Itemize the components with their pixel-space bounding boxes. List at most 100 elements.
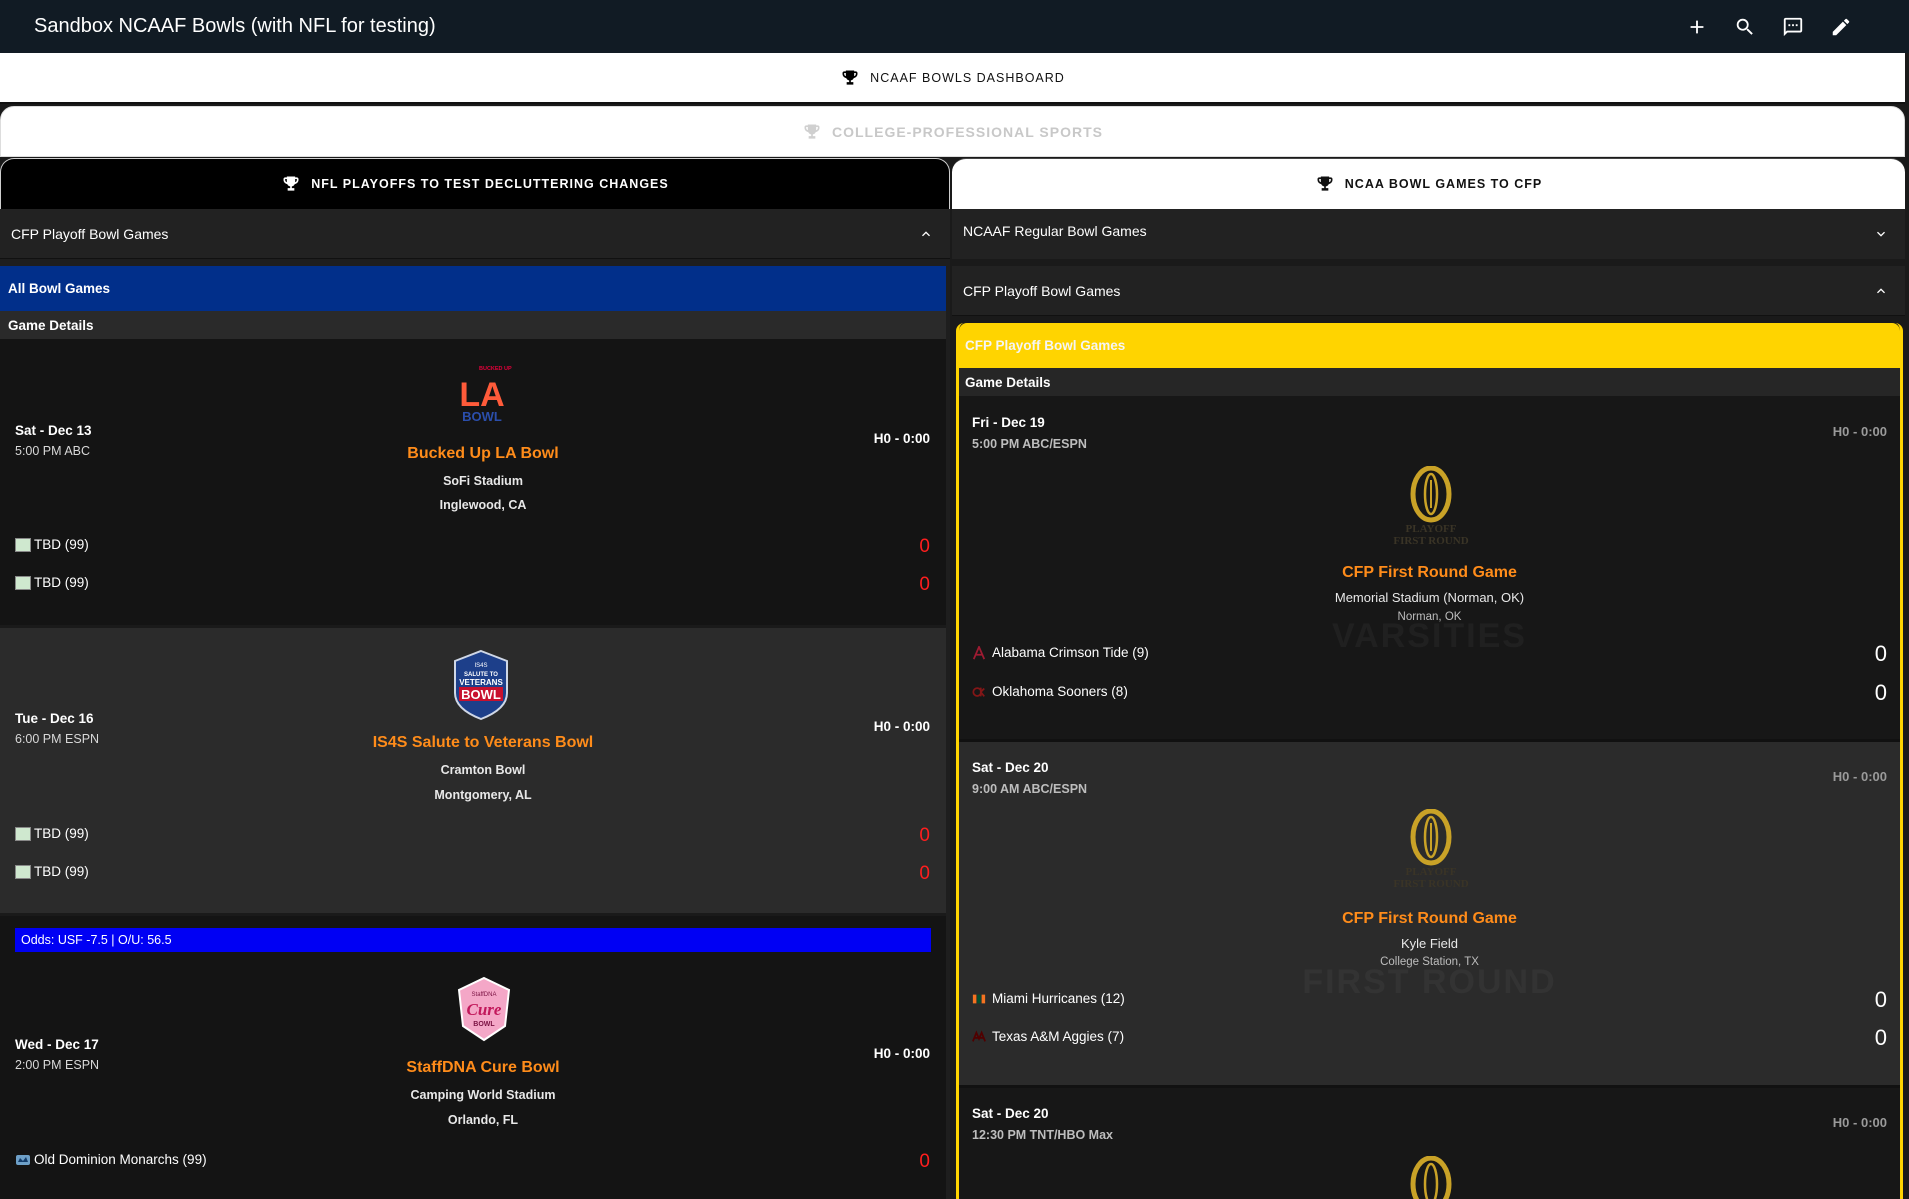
city: Montgomery, AL (434, 788, 532, 802)
team-score: 0 (919, 825, 930, 846)
app-title: Sandbox NCAAF Bowls (with NFL for testin… (34, 15, 436, 37)
comment-icon (1783, 17, 1803, 36)
edit-button[interactable] (1817, 3, 1865, 51)
team-score: 0 (919, 863, 930, 884)
city: Norman, OK (1397, 611, 1462, 623)
oklahoma-logo-icon (972, 686, 985, 697)
venue: Camping World Stadium (410, 1088, 556, 1102)
bowl-name[interactable]: CFP First Round Game (959, 564, 1900, 582)
section-band: CFP Playoff Bowl Games (959, 323, 1900, 368)
all-bowl-games-panel: All Bowl Games Game Details BUCKED UP LA… (0, 266, 946, 1199)
vet-logo-main: BOWL (461, 687, 501, 702)
team-row[interactable]: TBD (99) (15, 575, 89, 590)
bowl-name[interactable]: Bucked Up LA Bowl (0, 445, 950, 463)
team-logo-icon (15, 864, 31, 879)
bowl-name[interactable]: StaffDNA Cure Bowl (0, 1059, 950, 1077)
accordion-label: NCAAF Regular Bowl Games (963, 222, 1147, 239)
la-logo-top: BUCKED UP (479, 366, 512, 372)
section-band: All Bowl Games (0, 266, 946, 311)
game-clock: H0 - 0:00 (1832, 769, 1887, 784)
old-dominion-icon (16, 1154, 30, 1165)
team-row[interactable]: TBD (99) (15, 864, 89, 879)
game-clock: H0 - 0:00 (873, 431, 930, 446)
team-score: 0 (1874, 641, 1887, 666)
tab-label: NFL PLAYOFFS TO TEST DECLUTTERING CHANGE… (311, 177, 669, 191)
tab-label: COLLEGE-PROFESSIONAL SPORTS (832, 123, 1103, 140)
game-date: Wed - Dec 17 (15, 1037, 99, 1052)
game-card[interactable]: Odds: USF -7.5 | O/U: 56.5 StaffDNA Cure… (0, 916, 946, 1199)
team-score: 0 (919, 574, 930, 595)
cure-logo-main: Cure (467, 1000, 502, 1019)
team-row[interactable]: Texas A&M Aggies (7) (972, 1029, 1124, 1044)
chevron-down-icon[interactable] (1873, 226, 1889, 242)
app-bar-actions (1673, 0, 1865, 53)
team-logo-icon (15, 537, 31, 552)
trophy-icon (804, 124, 820, 139)
team-row[interactable]: TBD (99) (15, 826, 89, 841)
accordion-cfp-playoff-bowl-games[interactable]: CFP Playoff Bowl Games (952, 266, 1905, 316)
venue: Memorial Stadium (Norman, OK) (1334, 590, 1525, 605)
app-bar: Sandbox NCAAF Bowls (with NFL for testin… (0, 0, 1909, 53)
game-card[interactable]: FIRST ROUND Sat - Dec 20 9:00 AM ABC/ESP… (959, 742, 1900, 1088)
city: Orlando, FL (447, 1113, 519, 1127)
add-button[interactable] (1673, 3, 1721, 51)
chevron-up-icon[interactable] (1873, 283, 1889, 299)
cfp-playoff-panel: CFP Playoff Bowl Games Game Details VARS… (956, 323, 1903, 1199)
game-date: Sat - Dec 20 (972, 1106, 1049, 1121)
cfp-first-round-logo: PLAYOFF FIRST ROUND (1391, 465, 1471, 556)
chevron-up-icon[interactable] (918, 226, 934, 242)
tab-nfl-playoffs[interactable]: NFL PLAYOFFS TO TEST DECLUTTERING CHANGE… (0, 158, 950, 209)
tab-college-professional-sports[interactable]: COLLEGE-PROFESSIONAL SPORTS (0, 106, 1905, 157)
team-score: 0 (1874, 987, 1887, 1012)
alabama-logo-icon (972, 645, 986, 659)
search-button[interactable] (1721, 3, 1769, 51)
la-logo-sub: BOWL (462, 409, 502, 424)
game-tv: 5:00 PM ABC/ESPN (972, 437, 1087, 451)
game-card[interactable]: IS4S SALUTE TO VETERANS BOWL Tue - Dec 1… (0, 628, 946, 916)
details-header: Game Details (959, 368, 1900, 396)
accordion-cfp-playoff-bowl-games[interactable]: CFP Playoff Bowl Games (0, 209, 950, 259)
game-card[interactable]: BUCKED UP LA BOWL Sat - Dec 13 5:00 PM A… (0, 339, 946, 628)
tab-ncaa-bowl-games[interactable]: NCAA BOWL GAMES TO CFP (952, 158, 1905, 209)
cfp-first-round-logo (1391, 1155, 1471, 1199)
pencil-icon (1832, 18, 1850, 35)
team-row[interactable]: TBD (99) (15, 537, 89, 552)
game-date: Tue - Dec 16 (15, 711, 94, 726)
cure-logo-top: StaffDNA (472, 992, 497, 998)
team-row[interactable]: Old Dominion Monarchs (99) (15, 1152, 207, 1167)
bowl-name[interactable]: CFP First Round Game (959, 910, 1900, 928)
plus-icon (1690, 20, 1704, 33)
game-tv: 12:30 PM TNT/HBO Max (972, 1128, 1114, 1142)
accordion-label: CFP Playoff Bowl Games (963, 282, 1121, 299)
accordion-label: CFP Playoff Bowl Games (11, 225, 169, 242)
left-column: CFP Playoff Bowl Games All Bowl Games Ga… (0, 209, 950, 1199)
odds-bar: Odds: USF -7.5 | O/U: 56.5 (15, 928, 931, 952)
right-column: NCAAF Regular Bowl Games CFP Playoff Bow… (952, 209, 1905, 1199)
team-logo-icon (15, 826, 31, 841)
game-tv: 9:00 AM ABC/ESPN (972, 782, 1088, 796)
venue: SoFi Stadium (443, 474, 523, 488)
team-score: 0 (919, 536, 930, 557)
tab-ncaaf-bowls-dashboard[interactable]: NCAAF BOWLS DASHBOARD (0, 53, 1905, 104)
trophy-icon (283, 176, 299, 191)
trophy-icon (842, 70, 858, 85)
team-row[interactable]: Alabama Crimson Tide (9) (972, 645, 1149, 660)
accordion-ncaaf-regular-bowl-games[interactable]: NCAAF Regular Bowl Games (952, 209, 1905, 266)
team-row[interactable]: Miami Hurricanes (12) (972, 991, 1125, 1006)
la-bowl-logo: BUCKED UP LA BOWL (449, 361, 515, 427)
details-header: Game Details (0, 311, 946, 339)
game-clock: H0 - 0:00 (1832, 424, 1887, 439)
venue: Kyle Field (1400, 936, 1459, 951)
tab-label: NCAAF BOWLS DASHBOARD (870, 70, 1065, 85)
city: College Station, TX (1380, 956, 1479, 968)
feedback-button[interactable] (1769, 3, 1817, 51)
vet-logo-top: IS4S (474, 663, 487, 669)
tab-label: NCAA BOWL GAMES TO CFP (1344, 177, 1543, 191)
team-row[interactable]: Oklahoma Sooners (8) (972, 684, 1128, 699)
team-score: 0 (1874, 1025, 1887, 1050)
game-card[interactable]: VARSITIES Fri - Dec 19 5:00 PM ABC/ESPN … (959, 396, 1900, 742)
game-clock: H0 - 0:00 (1832, 1115, 1887, 1130)
bowl-name[interactable]: IS4S Salute to Veterans Bowl (0, 734, 950, 752)
game-card[interactable]: Sat - Dec 20 12:30 PM TNT/HBO Max H0 - 0… (959, 1088, 1900, 1199)
cfp-logo-line1: PLAYOFF (1406, 866, 1457, 878)
